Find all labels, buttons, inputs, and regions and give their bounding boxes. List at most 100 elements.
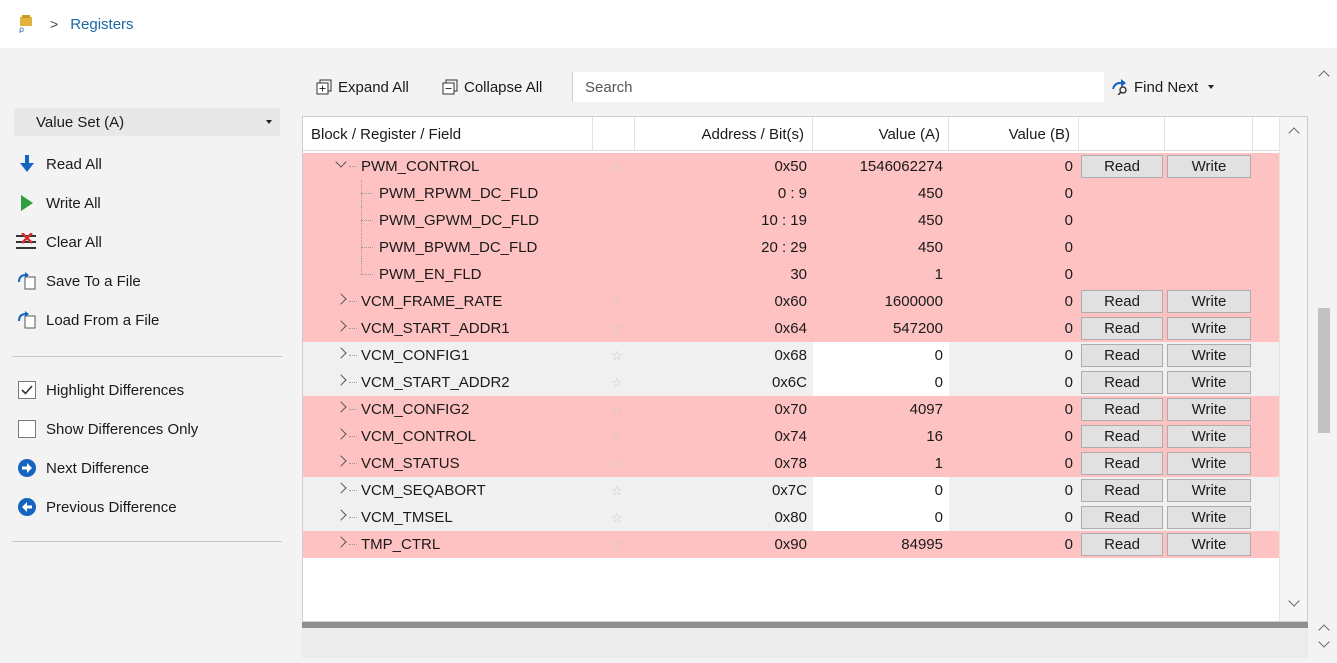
- page-scroll-thumb[interactable]: [1318, 308, 1330, 433]
- col-header-address[interactable]: Address / Bit(s): [635, 117, 813, 151]
- table-scrollbar[interactable]: [1279, 117, 1307, 621]
- write-button[interactable]: Write: [1167, 290, 1251, 313]
- write-button[interactable]: Write: [1167, 344, 1251, 367]
- value-a-cell[interactable]: 0: [813, 504, 949, 531]
- value-a-cell[interactable]: 0: [813, 369, 949, 396]
- value-b-cell[interactable]: 0: [949, 342, 1079, 369]
- read-all-button[interactable]: Read All: [16, 152, 102, 176]
- chevron-right-icon[interactable]: [335, 401, 347, 413]
- value-b-cell[interactable]: 0: [949, 477, 1079, 504]
- scroll-down-icon[interactable]: [1288, 595, 1300, 607]
- table-row[interactable]: VCM_CONFIG2 ☆ 0x70 4097 0 Read Write: [303, 396, 1307, 423]
- write-button[interactable]: Write: [1167, 506, 1251, 529]
- next-difference-button[interactable]: Next Difference: [16, 456, 149, 480]
- col-header-value-b[interactable]: Value (B): [949, 117, 1079, 151]
- scroll-down-icon[interactable]: [1318, 636, 1330, 648]
- value-b-cell[interactable]: 0: [949, 288, 1079, 315]
- favorite-star-icon[interactable]: ☆: [605, 288, 631, 315]
- value-b-cell[interactable]: 0: [949, 234, 1079, 261]
- write-button[interactable]: Write: [1167, 398, 1251, 421]
- value-a-cell[interactable]: 0: [813, 477, 949, 504]
- table-row[interactable]: VCM_START_ADDR1 ☆ 0x64 547200 0 Read Write: [303, 315, 1307, 342]
- favorite-star-icon[interactable]: ☆: [605, 450, 631, 477]
- chevron-right-icon[interactable]: [335, 293, 347, 305]
- favorite-star-icon[interactable]: ☆: [605, 153, 631, 180]
- table-row[interactable]: PWM_GPWM_DC_FLD 10 : 19 450 0: [303, 207, 1307, 234]
- favorite-star-icon[interactable]: ☆: [605, 531, 631, 558]
- table-row[interactable]: PWM_BPWM_DC_FLD 20 : 29 450 0: [303, 234, 1307, 261]
- read-button[interactable]: Read: [1081, 533, 1163, 556]
- value-a-cell[interactable]: 84995: [813, 531, 949, 558]
- favorite-star-icon[interactable]: ☆: [605, 369, 631, 396]
- read-button[interactable]: Read: [1081, 425, 1163, 448]
- chevron-right-icon[interactable]: [335, 320, 347, 332]
- table-row[interactable]: VCM_CONTROL ☆ 0x74 16 0 Read Write: [303, 423, 1307, 450]
- read-button[interactable]: Read: [1081, 398, 1163, 421]
- col-header-value-a[interactable]: Value (A): [813, 117, 949, 151]
- read-button[interactable]: Read: [1081, 290, 1163, 313]
- table-row[interactable]: VCM_CONFIG1 ☆ 0x68 0 0 Read Write: [303, 342, 1307, 369]
- chevron-right-icon[interactable]: [335, 428, 347, 440]
- value-a-cell[interactable]: 0: [813, 342, 949, 369]
- table-row[interactable]: PWM_RPWM_DC_FLD 0 : 9 450 0: [303, 180, 1307, 207]
- previous-difference-button[interactable]: Previous Difference: [16, 495, 177, 519]
- value-a-cell[interactable]: 450: [813, 207, 949, 234]
- chevron-right-icon[interactable]: [335, 347, 347, 359]
- table-row[interactable]: PWM_CONTROL ☆ 0x50 1546062274 0 Read Write: [303, 153, 1307, 180]
- clear-all-button[interactable]: Clear All: [16, 230, 102, 254]
- value-a-cell[interactable]: 1: [813, 261, 949, 288]
- read-button[interactable]: Read: [1081, 479, 1163, 502]
- write-button[interactable]: Write: [1167, 533, 1251, 556]
- value-a-cell[interactable]: 1546062274: [813, 153, 949, 180]
- write-button[interactable]: Write: [1167, 479, 1251, 502]
- write-button[interactable]: Write: [1167, 452, 1251, 475]
- show-differences-only-checkbox[interactable]: Show Differences Only: [16, 417, 198, 441]
- chevron-right-icon[interactable]: [335, 509, 347, 521]
- read-button[interactable]: Read: [1081, 506, 1163, 529]
- table-row[interactable]: VCM_FRAME_RATE ☆ 0x60 1600000 0 Read Write: [303, 288, 1307, 315]
- value-a-cell[interactable]: 450: [813, 180, 949, 207]
- chevron-right-icon[interactable]: [335, 482, 347, 494]
- value-b-cell[interactable]: 0: [949, 261, 1079, 288]
- value-b-cell[interactable]: 0: [949, 180, 1079, 207]
- favorite-star-icon[interactable]: ☆: [605, 504, 631, 531]
- search-input[interactable]: Search: [572, 72, 1104, 102]
- table-row[interactable]: VCM_SEQABORT ☆ 0x7C 0 0 Read Write: [303, 477, 1307, 504]
- value-b-cell[interactable]: 0: [949, 423, 1079, 450]
- collapse-all-button[interactable]: Collapse All: [442, 76, 542, 98]
- table-row[interactable]: TMP_CTRL ☆ 0x90 84995 0 Read Write: [303, 531, 1307, 558]
- read-button[interactable]: Read: [1081, 452, 1163, 475]
- table-row[interactable]: VCM_START_ADDR2 ☆ 0x6C 0 0 Read Write: [303, 369, 1307, 396]
- value-b-cell[interactable]: 0: [949, 504, 1079, 531]
- write-all-button[interactable]: Write All: [16, 191, 101, 215]
- horizontal-scrollbar[interactable]: [302, 622, 1308, 628]
- save-to-file-button[interactable]: Save To a File: [16, 269, 141, 293]
- page-scrollbar[interactable]: [1310, 58, 1337, 658]
- value-a-cell[interactable]: 1: [813, 450, 949, 477]
- chevron-down-icon[interactable]: [1208, 85, 1215, 89]
- value-a-cell[interactable]: 547200: [813, 315, 949, 342]
- favorite-star-icon[interactable]: ☆: [605, 477, 631, 504]
- favorite-star-icon[interactable]: ☆: [605, 342, 631, 369]
- table-row[interactable]: VCM_TMSEL ☆ 0x80 0 0 Read Write: [303, 504, 1307, 531]
- value-set-dropdown[interactable]: Value Set (A): [14, 108, 280, 136]
- chevron-down-icon[interactable]: [335, 156, 347, 168]
- table-row[interactable]: PWM_EN_FLD 30 1 0: [303, 261, 1307, 288]
- value-a-cell[interactable]: 450: [813, 234, 949, 261]
- read-button[interactable]: Read: [1081, 155, 1163, 178]
- chevron-right-icon[interactable]: [335, 536, 347, 548]
- highlight-differences-checkbox[interactable]: Highlight Differences: [16, 378, 184, 402]
- value-a-cell[interactable]: 1600000: [813, 288, 949, 315]
- col-header-name[interactable]: Block / Register / Field: [303, 117, 593, 151]
- value-b-cell[interactable]: 0: [949, 207, 1079, 234]
- table-row[interactable]: VCM_STATUS ☆ 0x78 1 0 Read Write: [303, 450, 1307, 477]
- scroll-up-icon[interactable]: [1288, 127, 1300, 139]
- value-a-cell[interactable]: 4097: [813, 396, 949, 423]
- value-a-cell[interactable]: 16: [813, 423, 949, 450]
- write-button[interactable]: Write: [1167, 317, 1251, 340]
- expand-all-button[interactable]: Expand All: [316, 76, 409, 98]
- value-b-cell[interactable]: 0: [949, 153, 1079, 180]
- read-button[interactable]: Read: [1081, 371, 1163, 394]
- value-b-cell[interactable]: 0: [949, 450, 1079, 477]
- write-button[interactable]: Write: [1167, 155, 1251, 178]
